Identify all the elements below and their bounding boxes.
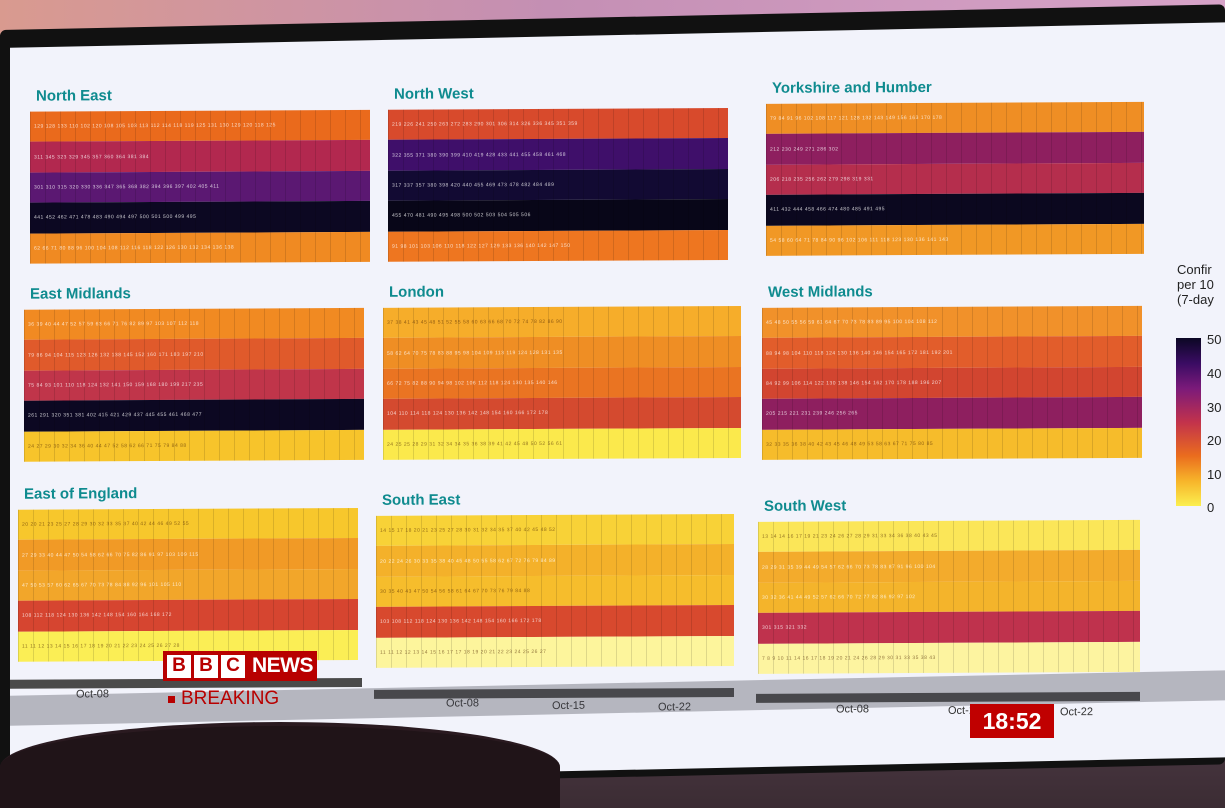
legend-tick: 50	[1207, 332, 1222, 347]
legend-title: Confir per 10 (7-day	[1177, 262, 1214, 307]
heatmap-row: 129 128 133 110 102 120 108 105 103 113 …	[30, 109, 370, 143]
region-title: South West	[764, 497, 847, 515]
heatmap: 36 39 40 44 47 52 57 59 63 66 71 76 82 8…	[24, 307, 364, 462]
heatmap: 45 48 50 55 56 59 61 64 67 70 73 78 83 8…	[762, 305, 1142, 460]
region-title: West Midlands	[768, 283, 873, 301]
heatmap: 13 14 14 16 17 19 21 23 24 26 27 28 29 3…	[758, 519, 1140, 674]
heatmap-row: 13 14 14 16 17 19 21 23 24 26 27 28 29 3…	[758, 519, 1140, 553]
heatmap: 37 38 41 43 45 48 51 52 55 58 60 63 66 6…	[383, 305, 741, 460]
heatmap-row: 455 470 481 490 495 498 500 502 503 504 …	[388, 199, 728, 232]
heatmap: 129 128 133 110 102 120 108 105 103 113 …	[30, 109, 370, 264]
heatmap-row: 28 29 31 35 39 44 49 54 57 62 66 70 73 7…	[758, 550, 1140, 583]
heatmap-row: 206 218 235 256 262 279 298 319 331	[766, 162, 1144, 196]
heatmap-row: 58 62 64 70 75 78 83 88 95 98 104 109 11…	[383, 336, 741, 369]
heatmap-row: 88 94 98 104 110 118 124 130 136 140 146…	[762, 336, 1142, 369]
logo-letter: C	[221, 654, 245, 678]
legend-tick: 40	[1207, 366, 1222, 381]
heatmap-row: 108 112 118 124 130 136 142 148 154 160 …	[18, 599, 358, 632]
region-title: London	[389, 283, 444, 301]
heatmap-row: 103 108 112 118 124 130 136 142 148 154 …	[376, 605, 734, 638]
breaking-label: BREAKING	[181, 688, 280, 709]
heatmap-row: 14 15 17 18 20 21 23 25 27 28 30 31 32 3…	[376, 513, 734, 547]
region-east-midlands: East Midlands 36 39 40 44 47 52 57 59 63…	[24, 284, 364, 462]
region-title: East Midlands	[30, 285, 131, 303]
logo-letter: B	[194, 654, 218, 678]
heatmap: 20 20 21 23 25 27 28 29 30 32 33 35 37 4…	[18, 507, 358, 662]
heatmap-row: 27 29 33 40 44 47 50 54 58 62 66 70 75 8…	[18, 538, 358, 571]
heatmap-row: 20 20 21 23 25 27 28 29 30 32 33 35 37 4…	[18, 507, 358, 541]
heatmap-row: 79 84 91 96 102 108 117 121 128 132 143 …	[766, 101, 1144, 135]
region-south-west: South West 13 14 14 16 17 19 21 23 24 26…	[758, 496, 1140, 674]
heatmap-row: 32 33 35 36 38 40 42 43 45 46 48 49 53 5…	[762, 427, 1142, 460]
heatmap-row: 75 84 93 101 110 118 124 132 141 150 159…	[24, 368, 364, 401]
heatmap-row: 11 11 12 12 13 14 15 16 17 17 18 19 20 2…	[376, 635, 734, 668]
heatmap-row: 311 345 323 329 345 357 360 364 381 384	[30, 140, 370, 173]
legend-colorbar	[1176, 338, 1201, 506]
region-title: North West	[394, 85, 474, 103]
logo-word: NEWS	[252, 654, 314, 677]
region-title: East of England	[24, 485, 138, 503]
heatmap-row: 37 38 41 43 45 48 51 52 55 58 60 63 66 6…	[383, 305, 741, 339]
heatmap-row: 322 355 371 380 390 399 410 419 428 433 …	[388, 138, 728, 171]
heatmap-row: 66 72 75 82 88 90 94 98 102 106 112 118 …	[383, 366, 741, 400]
heatmap-row: 84 92 99 106 114 122 130 138 146 154 162…	[762, 366, 1142, 400]
heatmap-row: 212 230 249 271 286 302	[766, 132, 1144, 165]
heatmap-row: 30 35 40 43 47 50 54 56 58 61 64 67 70 7…	[376, 574, 734, 608]
heatmap-row: 24 25 25 28 29 31 32 34 34 35 36 38 39 4…	[383, 427, 741, 460]
region-south-east: South East 14 15 17 18 20 21 23 25 27 28…	[376, 490, 734, 668]
broadcast-clock: 18:52	[970, 704, 1054, 738]
heatmap: 79 84 91 96 102 108 117 121 128 132 143 …	[766, 101, 1144, 256]
heatmap-row: 91 98 101 103 106 110 118 122 127 129 13…	[388, 229, 728, 262]
region-east-of-england: East of England 20 20 21 23 25 27 28 29 …	[18, 484, 358, 662]
heatmap-row: 441 452 462 471 478 483 490 494 497 500 …	[30, 201, 370, 234]
heatmap-row: 301 310 315 320 330 336 347 365 368 382 …	[30, 170, 370, 203]
heatmap-row: 24 27 29 30 32 34 36 40 44 47 52 58 62 6…	[24, 429, 364, 462]
heatmap-row: 205 215 221 231 239 246 256 265	[762, 397, 1142, 430]
heatmap-row: 261 291 320 351 381 402 415 421 429 437 …	[24, 399, 364, 432]
heatmap-row: 30 32 36 41 44 49 52 57 62 66 70 72 77 8…	[758, 580, 1140, 614]
x-tick-label: Oct-22	[1060, 706, 1094, 719]
heatmap-row: 47 50 53 57 60 62 65 67 70 73 78 84 88 9…	[18, 568, 358, 601]
bbc-news-logo: B B C NEWS	[163, 651, 317, 681]
logo-letter: B	[167, 654, 191, 678]
heatmap-row: 104 110 114 118 124 130 136 142 148 154 …	[383, 397, 741, 430]
heatmap-row: 54 58 60 64 71 78 84 90 96 102 106 111 1…	[766, 223, 1144, 256]
legend-tick: 10	[1207, 467, 1222, 482]
foreground-object	[0, 722, 560, 808]
heatmap-row: 317 337 357 380 398 420 440 455 469 473 …	[388, 168, 728, 202]
heatmap-row: 219 226 241 250 263 272 283 290 301 306 …	[388, 108, 728, 141]
region-london: London 37 38 41 43 45 48 51 52 55 58 60 …	[383, 282, 741, 460]
region-yorkshire-and-humber: Yorkshire and Humber 79 84 91 96 102 108…	[766, 78, 1144, 256]
breaking-banner: BREAKING	[168, 688, 279, 710]
region-north-west: North West 219 226 241 250 263 272 283 2…	[388, 84, 728, 262]
heatmap-row: 7 8 9 10 11 14 16 17 18 19 20 21 24 26 2…	[758, 641, 1140, 674]
legend-tick: 20	[1207, 433, 1222, 448]
heatmap-row: 79 86 94 104 115 123 126 132 138 145 152…	[24, 338, 364, 371]
region-title: Yorkshire and Humber	[772, 78, 932, 97]
region-title: South East	[382, 491, 461, 509]
heatmap: 219 226 241 250 263 272 283 290 301 306 …	[388, 108, 728, 262]
region-west-midlands: West Midlands 45 48 50 55 56 59 61 64 67…	[762, 282, 1142, 460]
heatmap: 14 15 17 18 20 21 23 25 27 28 30 31 32 3…	[376, 513, 734, 668]
heatmap-row: 45 48 50 55 56 59 61 64 67 70 73 78 83 8…	[762, 305, 1142, 339]
heatmap-row: 301 315 321 332	[758, 611, 1140, 644]
heatmap-row: 20 22 24 26 30 33 35 38 40 45 48 50 55 5…	[376, 544, 734, 577]
legend-tick: 0	[1207, 500, 1215, 515]
heatmap-row: 62 66 71 80 88 96 100 104 108 112 116 11…	[30, 231, 370, 264]
region-north-east: North East 129 128 133 110 102 120 108 1…	[30, 86, 370, 264]
region-title: North East	[36, 87, 112, 105]
heatmap-row: 411 432 444 458 466 474 480 485 491 495	[766, 193, 1144, 226]
legend-tick: 30	[1207, 400, 1222, 415]
bullet-icon	[168, 695, 175, 703]
heatmap-row: 36 39 40 44 47 52 57 59 63 66 71 76 82 8…	[24, 307, 364, 341]
